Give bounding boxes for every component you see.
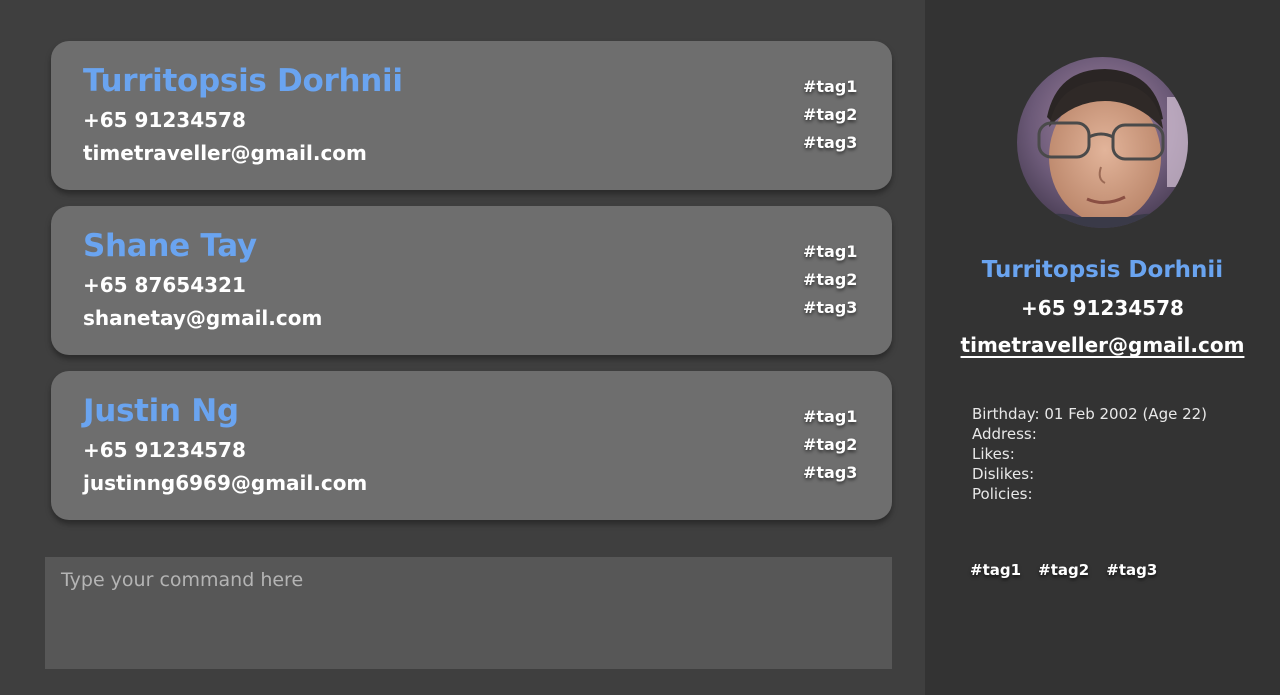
detail-fields: Birthday: 01 Feb 2002 (Age 22) Address: …: [972, 404, 1207, 504]
tag-label: #tag2: [803, 270, 858, 289]
contact-name: Shane Tay: [83, 228, 257, 264]
contact-phone: +65 91234578: [83, 108, 246, 132]
detail-name: Turritopsis Dorhnii: [981, 257, 1224, 283]
contact-card[interactable]: Turritopsis Dorhnii +65 91234578 timetra…: [51, 41, 892, 190]
contact-detail-pane: Turritopsis Dorhnii +65 91234578 timetra…: [925, 0, 1280, 695]
dislikes-field: Dislikes:: [972, 465, 1035, 483]
tag-label: #tag1: [803, 407, 858, 426]
contact-email: timetraveller@gmail.com: [83, 141, 367, 165]
contact-name: Justin Ng: [83, 393, 239, 429]
detail-phone: +65 91234578: [1021, 296, 1184, 320]
tag-label: #tag3: [803, 463, 858, 482]
contact-email: justinng6969@gmail.com: [83, 471, 368, 495]
contact-email: shanetay@gmail.com: [83, 306, 323, 330]
contact-tags: #tag1 #tag2 #tag3: [803, 406, 873, 490]
detail-tags: #tag1 #tag2 #tag3: [970, 560, 1169, 579]
contact-card[interactable]: Justin Ng +65 91234578 justinng6969@gmai…: [51, 371, 892, 520]
avatar: [1017, 57, 1188, 228]
tag-label: #tag2: [803, 105, 858, 124]
tag-label: #tag1: [803, 77, 858, 96]
tag-label: #tag3: [803, 298, 858, 317]
tag-label: #tag2: [803, 435, 858, 454]
contact-tags: #tag1 #tag2 #tag3: [803, 241, 873, 325]
tag-label: #tag3: [803, 133, 858, 152]
contact-phone: +65 91234578: [83, 438, 246, 462]
command-input[interactable]: [45, 557, 892, 669]
contact-name: Turritopsis Dorhnii: [83, 63, 403, 99]
address-field: Address:: [972, 425, 1037, 443]
contact-list-pane: Turritopsis Dorhnii +65 91234578 timetra…: [0, 0, 925, 695]
contact-card[interactable]: Shane Tay +65 87654321 shanetay@gmail.co…: [51, 206, 892, 355]
contact-phone: +65 87654321: [83, 273, 246, 297]
likes-field: Likes:: [972, 445, 1015, 463]
app-window: Turritopsis Dorhnii +65 91234578 timetra…: [0, 0, 1280, 695]
tag-label: #tag3: [1106, 561, 1158, 579]
detail-email-link[interactable]: timetraveller@gmail.com: [925, 333, 1280, 357]
tag-label: #tag2: [1038, 561, 1090, 579]
tag-label: #tag1: [970, 561, 1022, 579]
birthday-field: Birthday: 01 Feb 2002 (Age 22): [972, 405, 1208, 423]
contact-list: Turritopsis Dorhnii +65 91234578 timetra…: [51, 41, 892, 536]
contact-tags: #tag1 #tag2 #tag3: [803, 76, 873, 160]
tag-label: #tag1: [803, 242, 858, 261]
policies-field: Policies:: [972, 485, 1033, 503]
